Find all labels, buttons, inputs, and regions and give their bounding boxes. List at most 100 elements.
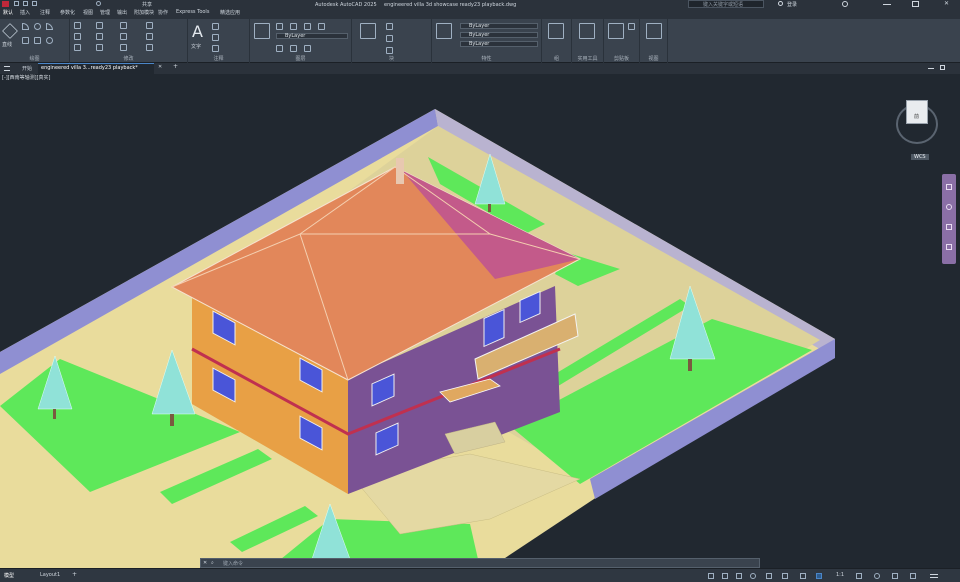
- drawing-viewport[interactable]: [-][西南等轴测][真实] 前 WCS ✕ ⌕ 键入命令: [0, 74, 960, 568]
- customize-menu-icon[interactable]: [930, 574, 938, 578]
- tab-addins[interactable]: 附加模块: [134, 9, 154, 16]
- tab-collaborate[interactable]: 协作: [158, 9, 168, 16]
- text-button-label[interactable]: 文字: [191, 43, 201, 50]
- array-icon[interactable]: [120, 44, 127, 51]
- polyline-icon[interactable]: [22, 23, 29, 30]
- mirror-icon[interactable]: [96, 33, 103, 40]
- layout-tab[interactable]: Layout1: [40, 572, 60, 578]
- command-close-icon[interactable]: ✕: [203, 560, 207, 566]
- rectangle-icon[interactable]: [22, 37, 29, 44]
- layer-off-icon[interactable]: [290, 23, 297, 30]
- settings-gear-icon[interactable]: [874, 573, 880, 579]
- layer-isolate-icon[interactable]: [318, 23, 325, 30]
- tab-featured-apps[interactable]: 精选应用: [220, 9, 240, 16]
- workspace-icon[interactable]: [856, 573, 862, 579]
- add-layout-button[interactable]: +: [72, 571, 77, 578]
- tab-output[interactable]: 输出: [117, 9, 127, 16]
- new-file-icon[interactable]: [14, 1, 19, 6]
- clean-screen-icon[interactable]: [910, 573, 916, 579]
- match-properties-icon[interactable]: [436, 23, 452, 39]
- tab-home[interactable]: 默认: [3, 9, 13, 16]
- osnap-icon[interactable]: [766, 573, 772, 579]
- layer-freeze-icon[interactable]: [276, 23, 283, 30]
- tab-annotate[interactable]: 注释: [40, 9, 50, 16]
- tab-view[interactable]: 视图: [83, 9, 93, 16]
- move-icon[interactable]: [74, 22, 81, 29]
- pan-icon[interactable]: [946, 184, 952, 190]
- tab-insert[interactable]: 插入: [20, 9, 30, 16]
- menu-icon[interactable]: [4, 66, 10, 71]
- text-icon[interactable]: A: [192, 22, 203, 41]
- add-tab-button[interactable]: +: [173, 63, 178, 70]
- paste-icon[interactable]: [608, 23, 624, 39]
- user-icon[interactable]: [778, 1, 783, 6]
- color-dropdown[interactable]: ByLayer: [460, 23, 538, 29]
- line-tool-icon[interactable]: [2, 23, 18, 39]
- zoom-icon[interactable]: [946, 204, 952, 210]
- lineweight-icon[interactable]: [800, 573, 806, 579]
- stretch-icon[interactable]: [74, 44, 81, 51]
- hatch-icon[interactable]: [34, 37, 41, 44]
- arc-icon[interactable]: [46, 23, 53, 30]
- search-box[interactable]: 键入关键字或短语: [688, 0, 764, 8]
- create-block-icon[interactable]: [386, 23, 393, 30]
- measure-icon[interactable]: [579, 23, 595, 39]
- table-icon[interactable]: [212, 45, 219, 52]
- lineweight-dropdown[interactable]: ByLayer: [460, 41, 538, 47]
- layer-walk-icon[interactable]: [304, 45, 311, 52]
- otrack-icon[interactable]: [782, 573, 788, 579]
- circle-icon[interactable]: [34, 23, 41, 30]
- copy-icon[interactable]: [74, 33, 81, 40]
- ortho-icon[interactable]: [736, 573, 742, 579]
- document-tab[interactable]: engineered villa 3...ready23 playback*: [38, 63, 154, 74]
- navigation-bar[interactable]: [942, 174, 956, 264]
- command-input[interactable]: 键入命令: [223, 560, 243, 567]
- model-tab[interactable]: 模型: [4, 572, 14, 579]
- snap-icon[interactable]: [722, 573, 728, 579]
- close-icon[interactable]: ✕: [944, 0, 949, 8]
- rotate-icon[interactable]: [96, 22, 103, 29]
- layer-dropdown[interactable]: ByLayer: [276, 33, 348, 39]
- layer-properties-icon[interactable]: [254, 23, 270, 39]
- block-attribute-icon[interactable]: [386, 47, 393, 54]
- explode-icon[interactable]: [146, 33, 153, 40]
- command-line[interactable]: ✕ ⌕ 键入命令: [200, 558, 760, 568]
- insert-block-icon[interactable]: [360, 23, 376, 39]
- polar-icon[interactable]: [750, 573, 756, 579]
- help-icon[interactable]: [842, 1, 848, 7]
- base-view-icon[interactable]: [646, 23, 662, 39]
- group-icon[interactable]: [548, 23, 564, 39]
- tab-express-tools[interactable]: Express Tools: [176, 9, 209, 15]
- edit-block-icon[interactable]: [386, 35, 393, 42]
- orbit-icon[interactable]: [946, 224, 952, 230]
- ellipse-icon[interactable]: [46, 37, 53, 44]
- minimize-icon[interactable]: [883, 4, 891, 5]
- tab-manage[interactable]: 管理: [100, 9, 110, 16]
- grid-icon[interactable]: [708, 573, 714, 579]
- layer-previous-icon[interactable]: [290, 45, 297, 52]
- open-file-icon[interactable]: [23, 1, 28, 6]
- annotation-scale[interactable]: 1:1: [836, 572, 844, 578]
- offset-icon[interactable]: [146, 44, 153, 51]
- linetype-dropdown[interactable]: ByLayer: [460, 32, 538, 38]
- autocad-logo-icon[interactable]: [2, 1, 9, 7]
- edit-icon[interactable]: [146, 22, 153, 29]
- layer-match-icon[interactable]: [276, 45, 283, 52]
- document-tab-close-icon[interactable]: ✕: [158, 64, 162, 70]
- start-tab[interactable]: 开始: [22, 65, 32, 72]
- undo-icon[interactable]: [96, 1, 101, 6]
- leader-icon[interactable]: [212, 34, 219, 41]
- wcs-menu[interactable]: WCS: [911, 154, 929, 160]
- tab-parametric[interactable]: 参数化: [60, 9, 75, 16]
- showmotion-icon[interactable]: [946, 244, 952, 250]
- scale-icon[interactable]: [96, 44, 103, 51]
- save-icon[interactable]: [32, 1, 37, 6]
- command-search-icon[interactable]: ⌕: [211, 560, 214, 566]
- doc-restore-icon[interactable]: [940, 65, 945, 70]
- dimension-icon[interactable]: [212, 23, 219, 30]
- line-button-label[interactable]: 直线: [2, 41, 12, 48]
- maximize-icon[interactable]: [912, 1, 919, 7]
- doc-minimize-icon[interactable]: [928, 68, 934, 69]
- transparency-icon[interactable]: [816, 573, 822, 579]
- trim-icon[interactable]: [120, 22, 127, 29]
